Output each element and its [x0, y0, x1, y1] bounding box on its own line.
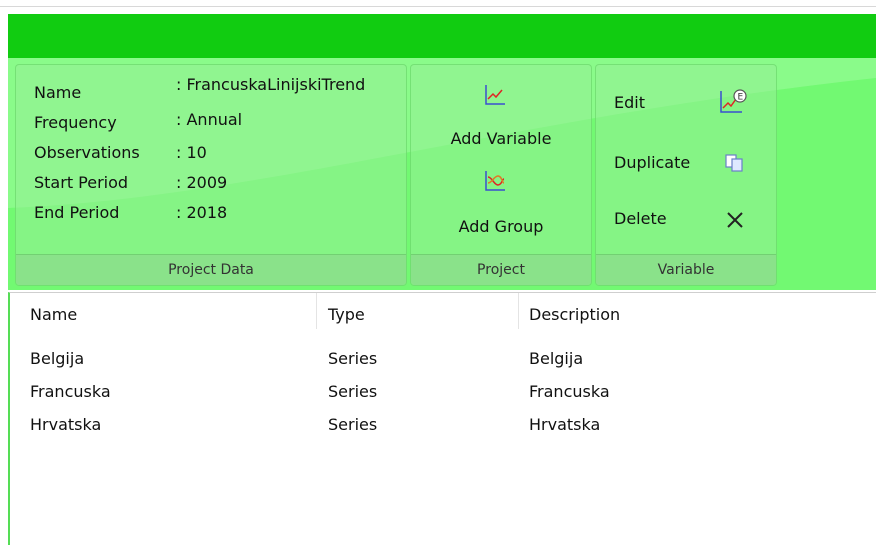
cell-description: Belgija: [529, 349, 584, 368]
variable-group: Edit E Duplicate Delete Variable: [595, 64, 777, 286]
project-group-label: Project: [411, 254, 591, 285]
project-info: Name : FrancuskaLinijskiTrend Frequency …: [34, 75, 404, 243]
info-value: : 2018: [176, 203, 228, 222]
project-data-group-label: Project Data: [16, 254, 406, 285]
project-group: Add Variable Add Group Project: [410, 64, 592, 286]
info-value: : Annual: [176, 110, 243, 129]
add-group-button[interactable]: Add Group: [411, 169, 591, 241]
edit-chart-icon: E: [720, 89, 747, 113]
table-row[interactable]: Belgija Series Belgija: [10, 349, 876, 382]
delete-x-icon: [727, 212, 743, 228]
top-divider: [0, 6, 876, 7]
info-value: : 10: [176, 143, 207, 162]
info-value: : FrancuskaLinijskiTrend: [176, 75, 366, 94]
column-divider[interactable]: [518, 293, 519, 329]
duplicate-label: Duplicate: [614, 153, 691, 172]
cell-description: Francuska: [529, 382, 610, 401]
line-chart-icon: [485, 85, 505, 105]
add-variable-button[interactable]: Add Variable: [411, 83, 591, 155]
info-label: Name: [34, 83, 82, 102]
cell-name: Belgija: [30, 349, 85, 368]
duplicate-button[interactable]: Duplicate: [614, 153, 764, 183]
column-header-name[interactable]: Name: [30, 305, 77, 324]
add-group-label: Add Group: [458, 217, 544, 236]
cell-type: Series: [328, 349, 378, 368]
list-header: Name Type Description: [10, 305, 876, 338]
duplicate-icon: [725, 154, 743, 172]
info-label: Observations: [34, 143, 140, 162]
column-divider[interactable]: [316, 293, 317, 329]
cell-name: Hrvatska: [30, 415, 102, 434]
table-row[interactable]: Hrvatska Series Hrvatska: [10, 415, 876, 448]
info-label: Start Period: [34, 173, 129, 192]
cell-name: Francuska: [30, 382, 111, 401]
delete-button[interactable]: Delete: [614, 209, 764, 239]
edit-label: Edit: [614, 93, 645, 112]
cell-type: Series: [328, 415, 378, 434]
variable-group-label: Variable: [596, 254, 776, 285]
table-row[interactable]: Francuska Series Francuska: [10, 382, 876, 415]
ribbon: Name : FrancuskaLinijskiTrend Frequency …: [8, 58, 876, 290]
svg-text:E: E: [738, 93, 744, 103]
info-label: End Period: [34, 203, 120, 222]
variables-list[interactable]: Name Type Description Belgija Series Bel…: [8, 292, 876, 545]
multi-line-chart-icon: [485, 171, 505, 191]
column-header-type[interactable]: Type: [328, 305, 365, 324]
info-label: Frequency: [34, 113, 117, 132]
project-data-group: Name : FrancuskaLinijskiTrend Frequency …: [15, 64, 407, 286]
column-header-description[interactable]: Description: [529, 305, 620, 324]
delete-label: Delete: [614, 209, 667, 228]
title-bar: [8, 14, 876, 58]
cell-type: Series: [328, 382, 378, 401]
info-value: : 2009: [176, 173, 228, 192]
edit-button[interactable]: Edit E: [614, 89, 764, 123]
cell-description: Hrvatska: [529, 415, 601, 434]
add-variable-label: Add Variable: [450, 129, 552, 148]
